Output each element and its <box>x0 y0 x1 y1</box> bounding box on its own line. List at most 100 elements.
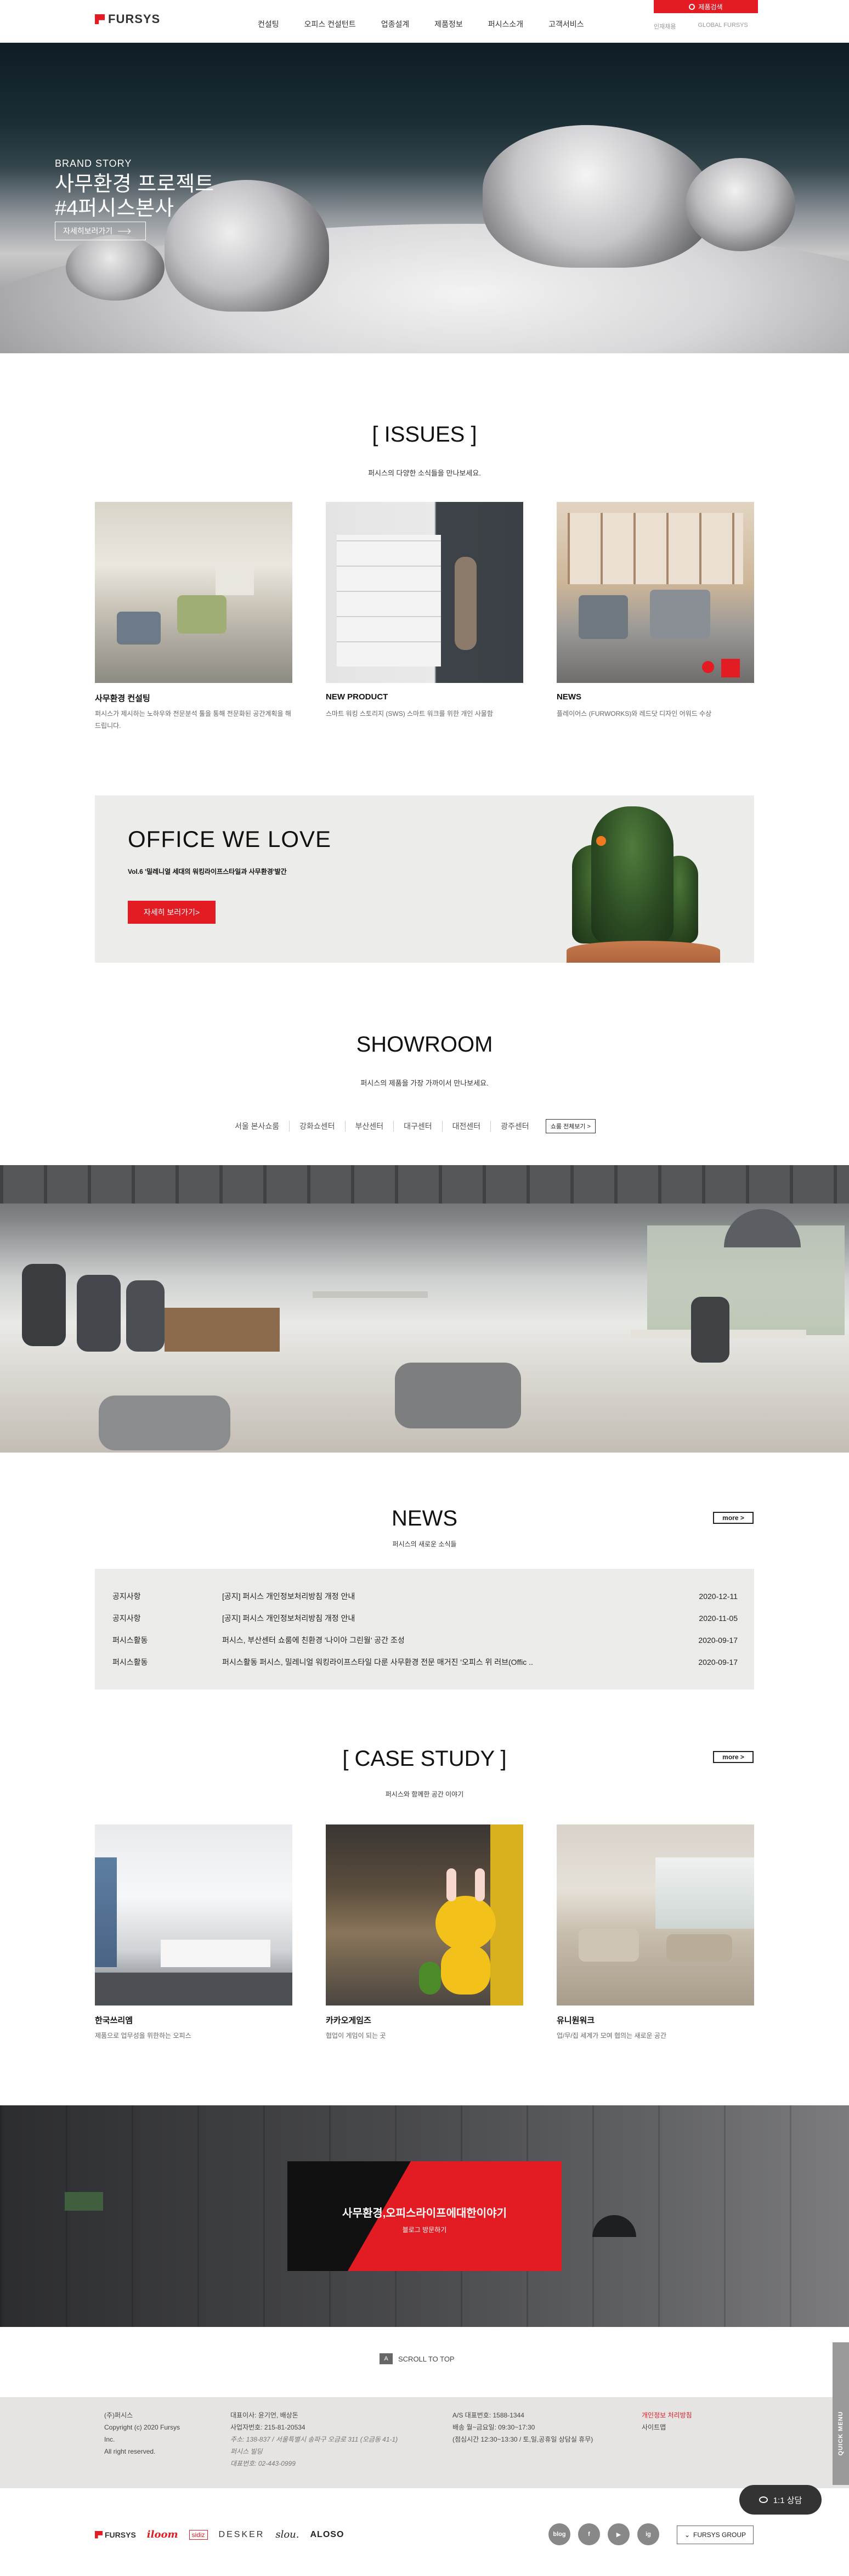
footer-text: A/S 대표번호: 1588-1344 <box>452 2411 524 2419</box>
case-study-more-button[interactable]: more > <box>713 1751 754 1763</box>
news-row[interactable]: 퍼시스활동 퍼시스활동 퍼시스, 밀레니얼 워킹라이프스타일 다룬 사무환경 전… <box>112 1651 738 1673</box>
news-row[interactable]: 퍼시스활동 퍼시스, 부산센터 쇼룸에 친환경 '나이아 그린월' 공간 조성 … <box>112 1629 738 1651</box>
hero-snow-rock <box>66 235 165 301</box>
instagram-icon[interactable]: ig <box>637 2523 659 2545</box>
case-card-title[interactable]: 카카오게임즈 <box>326 2014 371 2026</box>
site-footer: (주)퍼시스 Copyright (c) 2020 Fursys Inc. Al… <box>0 2397 849 2488</box>
logo[interactable]: FURSYS <box>95 12 160 26</box>
brand-iloom[interactable]: iloom <box>147 2529 178 2540</box>
news-desc: 퍼시스의 새로운 소식들 <box>392 1540 457 1548</box>
tab-showroom-gwangju[interactable]: 광주센터 <box>491 1121 539 1132</box>
news-category: 공지사항 <box>112 1592 141 1601</box>
privacy-policy-link[interactable]: 개인정보 처리방침 <box>642 2409 692 2421</box>
news-title-text[interactable]: 퍼시스, 부산센터 쇼룸에 친환경 '나이아 그린월' 공간 조성 <box>222 1635 683 1646</box>
chat-label: 1:1 상담 <box>773 2495 802 2505</box>
news-date: 2020-09-17 <box>698 1658 738 1667</box>
footer-company: (주)퍼시스 Copyright (c) 2020 Fursys Inc. Al… <box>104 2409 180 2458</box>
news-date: 2020-11-05 <box>699 1614 738 1623</box>
tab-showroom-busan[interactable]: 부산센터 <box>346 1121 394 1132</box>
hero-banner: BRAND STORY 사무환경 프로젝트 #4퍼시스본사 자세히보러가기 <box>0 43 849 353</box>
logo-mark-icon <box>95 14 105 24</box>
brand-fursys[interactable]: FURSYS <box>95 2530 136 2539</box>
search-icon <box>689 3 695 10</box>
news-row[interactable]: 공지사항 [공지] 퍼시스 개인정보처리방침 개정 안내 2020-12-11 <box>112 1585 738 1607</box>
issue-card-image[interactable] <box>557 502 754 683</box>
footer-text: 사업자번호: 215-81-20534 <box>230 2424 305 2431</box>
issue-card-image[interactable] <box>326 502 523 683</box>
footer-phone: 대표번호: 02-443-0999 <box>230 2460 296 2467</box>
blog-visit-link[interactable]: 블로그 방문하기 <box>287 2225 562 2234</box>
brand-desker[interactable]: DESKER <box>219 2530 265 2540</box>
case-study-desc: 퍼시스와 함께한 공간 이야기 <box>385 1790 464 1798</box>
nav-item-products[interactable]: 제품정보 <box>434 19 463 30</box>
sns-links: blog f ▶ ig <box>548 2523 659 2545</box>
footer-text: All right reserved. <box>104 2448 156 2455</box>
quick-menu-tab[interactable]: QUICK MENU <box>833 2342 849 2485</box>
brand-aloso[interactable]: ALOSO <box>310 2530 344 2540</box>
global-link[interactable]: GLOBAL FURSYS <box>698 22 748 31</box>
news-title-text[interactable]: [공지] 퍼시스 개인정보처리방침 개정 안내 <box>222 1591 683 1602</box>
tab-showroom-ganghwa[interactable]: 강화쇼센터 <box>290 1121 346 1132</box>
showroom-all-button[interactable]: 쇼룸 전체보기 > <box>545 1119 596 1133</box>
youtube-icon[interactable]: ▶ <box>608 2523 630 2545</box>
tab-showroom-seoul[interactable]: 서울 본사쇼룸 <box>225 1121 290 1132</box>
facebook-icon[interactable]: f <box>578 2523 600 2545</box>
case-card-image[interactable] <box>326 1824 523 2006</box>
case-card-title[interactable]: 유니원워크 <box>557 2014 595 2026</box>
hero-snow-rock <box>483 125 713 268</box>
nav-item-office-consultant[interactable]: 오피스 컨설턴트 <box>304 19 356 30</box>
group-select-label: FURSYS GROUP <box>693 2531 746 2539</box>
quick-menu-label: QUICK MENU <box>837 2411 844 2456</box>
issue-card-title[interactable]: NEWS <box>557 692 581 702</box>
issue-card-title[interactable]: 사무환경 컨설팅 <box>95 692 150 704</box>
owl-title: OFFICE WE LOVE <box>128 826 332 852</box>
product-search-button[interactable]: 제품검색 <box>654 0 758 13</box>
owl-more-button[interactable]: 자세히 보러가기> <box>128 901 216 924</box>
recruit-link[interactable]: 인재채용 <box>654 22 676 31</box>
news-row[interactable]: 공지사항 [공지] 퍼시스 개인정보처리방침 개정 안내 2020-11-05 <box>112 1607 738 1629</box>
case-card-title[interactable]: 한국쓰리엠 <box>95 2014 133 2026</box>
blog-banner-box[interactable]: 사무환경,오피스라이프에대한이야기 블로그 방문하기 <box>287 2161 562 2271</box>
site-header: FURSYS 컨설팅 오피스 컨설턴트 업종설계 제품정보 퍼시스소개 고객서비… <box>0 0 849 43</box>
footer-text: Inc. <box>104 2436 115 2443</box>
nav-item-about[interactable]: 퍼시스소개 <box>488 19 523 30</box>
news-category: 퍼시스활동 <box>112 1636 148 1645</box>
issues-desc: 퍼시스의 다양한 소식들을 만나보세요. <box>368 469 481 477</box>
brand-slou[interactable]: slou. <box>275 2529 299 2540</box>
case-card-image[interactable] <box>95 1824 292 2006</box>
hero-more-label: 자세히보러가기 <box>63 227 113 235</box>
case-card-image[interactable] <box>557 1824 754 2006</box>
tab-showroom-daejeon[interactable]: 대전센터 <box>443 1121 491 1132</box>
showroom-title: SHOWROOM <box>356 1032 493 1057</box>
nav-item-consulting[interactable]: 컨설팅 <box>258 19 279 30</box>
office-we-love-banner: OFFICE WE LOVE Vol.6 '밀레니얼 세대의 워킹라이프스타일과… <box>95 795 754 963</box>
issue-card-title[interactable]: NEW PRODUCT <box>326 692 388 702</box>
sitemap-link[interactable]: 사이트맵 <box>642 2421 692 2433</box>
nav-item-service[interactable]: 고객서비스 <box>548 19 584 30</box>
chat-button[interactable]: 1:1 상담 <box>739 2485 822 2515</box>
brand-sidiz[interactable]: sidiz <box>189 2529 208 2540</box>
news-title-text[interactable]: [공지] 퍼시스 개인정보처리방침 개정 안내 <box>222 1613 683 1624</box>
chevron-down-icon: ⌄ <box>684 2531 690 2539</box>
blog-icon[interactable]: blog <box>548 2523 570 2545</box>
cactus-flower <box>596 836 606 846</box>
news-title-text[interactable]: 퍼시스활동 퍼시스, 밀레니얼 워킹라이프스타일 다룬 사무환경 전문 매거진 … <box>222 1657 683 1668</box>
case-card-desc: 제품으로 업무성을 위한하는 오피스 <box>95 2032 191 2040</box>
main-nav: 컨설팅 오피스 컨설턴트 업종설계 제품정보 퍼시스소개 고객서비스 <box>258 19 609 30</box>
hero-title-line: 사무환경 프로젝트 <box>55 173 214 196</box>
issue-card-image[interactable] <box>95 502 292 683</box>
fursys-group-select[interactable]: ⌄ FURSYS GROUP <box>677 2526 754 2544</box>
news-more-button[interactable]: more > <box>713 1512 754 1524</box>
footer-text: (점심시간 12:30~13:30 / 토,일,공휴일 상담실 휴무) <box>452 2436 593 2443</box>
scroll-to-top-button[interactable]: A SCROLL TO TOP <box>380 2353 455 2364</box>
footer-text: Copyright (c) 2020 Fursys <box>104 2424 180 2431</box>
issue-card-desc: 퍼시스가 제시하는 노하우와 전문분석 툴을 통해 전문화된 공간계획을 해 드… <box>95 710 291 730</box>
nav-item-design[interactable]: 업종설계 <box>381 19 410 30</box>
blog-banner-title: 사무환경,오피스라이프에대한이야기 <box>342 2207 507 2219</box>
footer-text: 배송 월~금요일: 09:30~17:30 <box>452 2424 535 2431</box>
hero-more-button[interactable]: 자세히보러가기 <box>55 222 146 240</box>
footer-info: 대표이사: 윤기언, 배상돈 사업자번호: 215-81-20534 주소: 1… <box>230 2409 398 2470</box>
case-card-desc: 업/무/집 세계가 모여 협의는 새로운 공간 <box>557 2032 666 2040</box>
tab-showroom-daegu[interactable]: 대구센터 <box>394 1121 443 1132</box>
news-date: 2020-12-11 <box>699 1592 738 1601</box>
